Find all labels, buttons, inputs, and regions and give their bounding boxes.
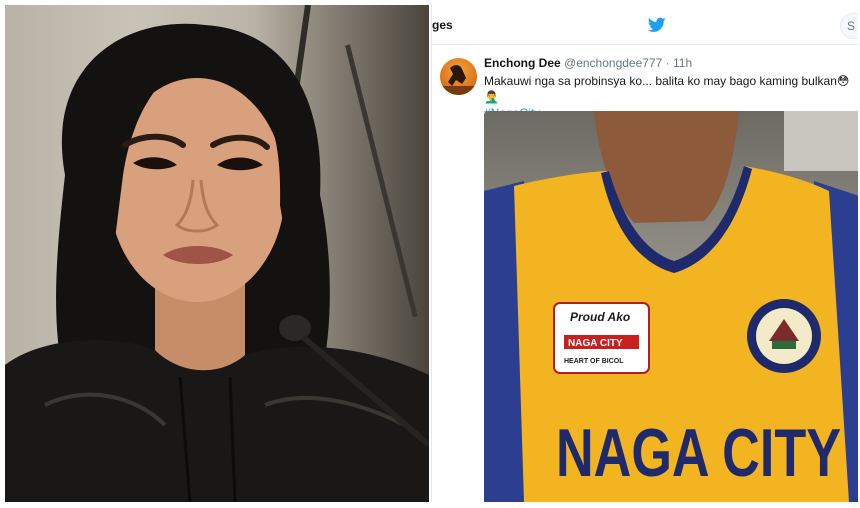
tweet-screenshot: ges S Enchong Dee @enchongdee777 · 11h M…: [431, 5, 858, 502]
author-name[interactable]: Enchong Dee: [484, 56, 561, 70]
jersey-photo: Proud Ako NAGA CITY HEART OF BICOL NAGA …: [484, 111, 858, 502]
tweet-time[interactable]: 11h: [673, 56, 692, 70]
author-handle[interactable]: @enchongdee777: [564, 56, 662, 70]
avatar[interactable]: [440, 58, 477, 95]
patch-line3: HEART OF BICOL: [564, 358, 624, 365]
patch-line2: NAGA CITY: [568, 338, 623, 349]
tweet-body: Makauwi nga sa probinsya ko... balita ko…: [484, 74, 837, 88]
portrait-figure: [5, 23, 429, 502]
tweet-media[interactable]: Proud Ako NAGA CITY HEART OF BICOL NAGA …: [484, 111, 858, 502]
twitter-bird-icon[interactable]: [648, 17, 666, 33]
city-seal: [747, 299, 821, 373]
meta-separator: ·: [665, 56, 670, 70]
twitter-header: ges S: [432, 5, 858, 45]
search-box-partial[interactable]: S: [840, 13, 858, 39]
patch-line1: Proud Ako: [570, 310, 630, 324]
left-photo: [5, 5, 429, 502]
jersey-text: NAGA CITY: [556, 415, 841, 491]
proud-ako-patch: Proud Ako NAGA CITY HEART OF BICOL: [553, 302, 650, 374]
avatar-image: [440, 65, 477, 95]
nav-item-partial[interactable]: ges: [432, 18, 453, 32]
tweet: Enchong Dee @enchongdee777 · 11h Makauwi…: [432, 46, 858, 502]
tweet-meta: Enchong Dee @enchongdee777 · 11h: [484, 56, 692, 70]
